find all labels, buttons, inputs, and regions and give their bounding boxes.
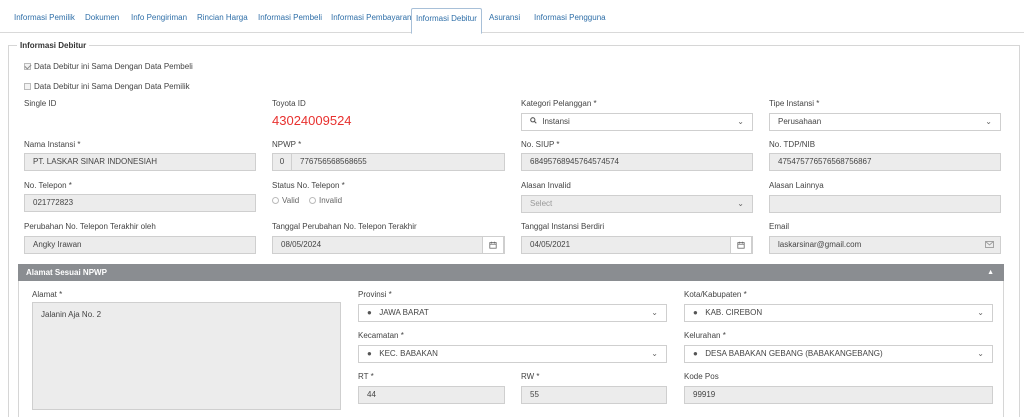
alasan-invalid-label: Alasan Invalid [521,181,571,190]
envelope-icon [985,237,994,253]
collapse-arrow-icon[interactable]: ▲ [987,264,994,281]
tab-informasi-pengguna[interactable]: Informasi Pengguna [530,8,610,33]
no-tdp-field[interactable]: 475475776576568756867 [769,153,1001,171]
toyota-id-value: 43024009524 [272,113,352,128]
nama-instansi-field[interactable]: PT. LASKAR SINAR INDONESIAH [24,153,256,171]
no-siup-label: No. SIUP * [521,140,560,149]
radio-valid-label: Valid [282,196,300,205]
kota-value: KAB. CIREBON [705,308,763,317]
tanggal-perubahan-value: 08/05/2024 [281,240,322,249]
email-field[interactable]: laskarsinar@gmail.com [769,236,1001,254]
kecamatan-value: KEC. BABAKAN [379,349,438,358]
radio-invalid-label: Invalid [319,196,343,205]
checkbox-same-as-buyer-label: Data Debitur ini Sama Dengan Data Pembel… [34,62,193,71]
provinsi-select[interactable]: ● JAWA BARAT ⌄ [358,304,667,322]
search-icon [530,114,540,130]
tanggal-perubahan-label: Tanggal Perubahan No. Telepon Terakhir [272,222,417,231]
alamat-label: Alamat * [32,290,63,299]
no-tdp-label: No. TDP/NIB [769,140,816,149]
radio-circle-icon [309,197,316,204]
email-value: laskarsinar@gmail.com [778,240,862,249]
npwp-prefix: 0 [272,153,292,171]
provinsi-value: JAWA BARAT [379,308,429,317]
chevron-down-icon: ⌄ [985,117,992,126]
rt-field[interactable]: 44 [358,386,505,404]
chevron-down-icon: ⌄ [651,349,658,358]
tab-informasi-debitur[interactable]: Informasi Debitur [411,8,482,34]
tab-info-pengiriman[interactable]: Info Pengiriman [127,8,191,33]
checkbox-unchecked-icon [24,83,31,90]
kota-label: Kota/Kabupaten * [684,290,747,299]
section-title: Informasi Debitur [17,41,90,50]
kelurahan-select[interactable]: ● DESA BABAKAN GEBANG (BABAKANGEBANG) ⌄ [684,345,993,363]
tab-informasi-pembayaran[interactable]: Informasi Pembayaran [327,8,415,33]
single-id-label: Single ID [24,99,57,108]
alasan-lainnya-field[interactable] [769,195,1001,213]
no-siup-field[interactable]: 68495768945764574574 [521,153,753,171]
status-telepon-label: Status No. Telepon * [272,181,345,190]
rt-label: RT * [358,372,374,381]
chevron-down-icon: ⌄ [977,308,984,317]
tipe-instansi-select[interactable]: Perusahaan ⌄ [769,113,1001,131]
chevron-down-icon: ⌄ [651,308,658,317]
toyota-id-label: Toyota ID [272,99,306,108]
tab-dokumen[interactable]: Dokumen [81,8,123,33]
kode-pos-field[interactable]: 99919 [684,386,993,404]
kategori-pelanggan-value: Instansi [542,117,570,126]
kecamatan-select[interactable]: ● KEC. BABAKAN ⌄ [358,345,667,363]
alamat-textarea[interactable]: Jalanin Aja No. 2 [32,302,341,410]
checkbox-same-as-owner[interactable]: Data Debitur ini Sama Dengan Data Pemili… [24,82,190,91]
tab-rincian-harga[interactable]: Rincian Harga [193,8,252,33]
tab-informasi-pembeli[interactable]: Informasi Pembeli [254,8,326,33]
globe-icon: ● [693,349,698,358]
globe-icon: ● [367,308,372,317]
no-telepon-label: No. Telepon * [24,181,72,190]
no-telepon-field[interactable]: 021772823 [24,194,256,212]
kelurahan-label: Kelurahan * [684,331,726,340]
alasan-invalid-select[interactable]: Select ⌄ [521,195,753,213]
alasan-invalid-placeholder: Select [530,199,553,208]
chevron-down-icon: ⌄ [977,349,984,358]
rw-label: RW * [521,372,540,381]
globe-icon: ● [367,349,372,358]
alamat-npwp-header[interactable]: Alamat Sesuai NPWP ▲ [18,264,1004,281]
calendar-icon[interactable] [482,237,504,253]
radio-circle-icon [272,197,279,204]
tab-informasi-pemilik[interactable]: Informasi Pemilik [10,8,79,33]
radio-invalid[interactable]: Invalid [309,196,342,205]
kode-pos-label: Kode Pos [684,372,719,381]
checkbox-checked-icon [24,63,31,70]
npwp-label: NPWP * [272,140,302,149]
kota-select[interactable]: ● KAB. CIREBON ⌄ [684,304,993,322]
globe-icon: ● [693,308,698,317]
chevron-down-icon: ⌄ [737,199,744,208]
tipe-instansi-value: Perusahaan [778,117,822,126]
alasan-lainnya-label: Alasan Lainnya [769,181,824,190]
perubahan-oleh-field[interactable]: Angky Irawan [24,236,256,254]
checkbox-same-as-buyer[interactable]: Data Debitur ini Sama Dengan Data Pembel… [24,62,193,71]
tanggal-berdiri-field[interactable]: 04/05/2021 [521,236,753,254]
tanggal-berdiri-label: Tanggal Instansi Berdiri [521,222,605,231]
kategori-pelanggan-select[interactable]: Instansi ⌄ [521,113,753,131]
kategori-pelanggan-label: Kategori Pelanggan * [521,99,597,108]
tanggal-berdiri-value: 04/05/2021 [530,240,571,249]
alamat-npwp-title: Alamat Sesuai NPWP [26,268,107,277]
provinsi-label: Provinsi * [358,290,392,299]
perubahan-oleh-label: Perubahan No. Telepon Terakhir oleh [24,222,156,231]
tipe-instansi-label: Tipe Instansi * [769,99,820,108]
npwp-field[interactable]: 776756568568655 [291,153,505,171]
nama-instansi-label: Nama Instansi * [24,140,81,149]
kecamatan-label: Kecamatan * [358,331,404,340]
tab-asuransi[interactable]: Asuransi [485,8,524,33]
kelurahan-value: DESA BABAKAN GEBANG (BABAKANGEBANG) [705,349,883,358]
tab-bar: Informasi Pemilik Dokumen Info Pengirima… [0,0,1024,34]
checkbox-same-as-owner-label: Data Debitur ini Sama Dengan Data Pemili… [34,82,190,91]
radio-valid[interactable]: Valid [272,196,299,205]
chevron-down-icon: ⌄ [737,117,744,126]
tanggal-perubahan-field[interactable]: 08/05/2024 [272,236,505,254]
calendar-icon[interactable] [730,237,752,253]
rw-field[interactable]: 55 [521,386,667,404]
email-label: Email [769,222,790,231]
